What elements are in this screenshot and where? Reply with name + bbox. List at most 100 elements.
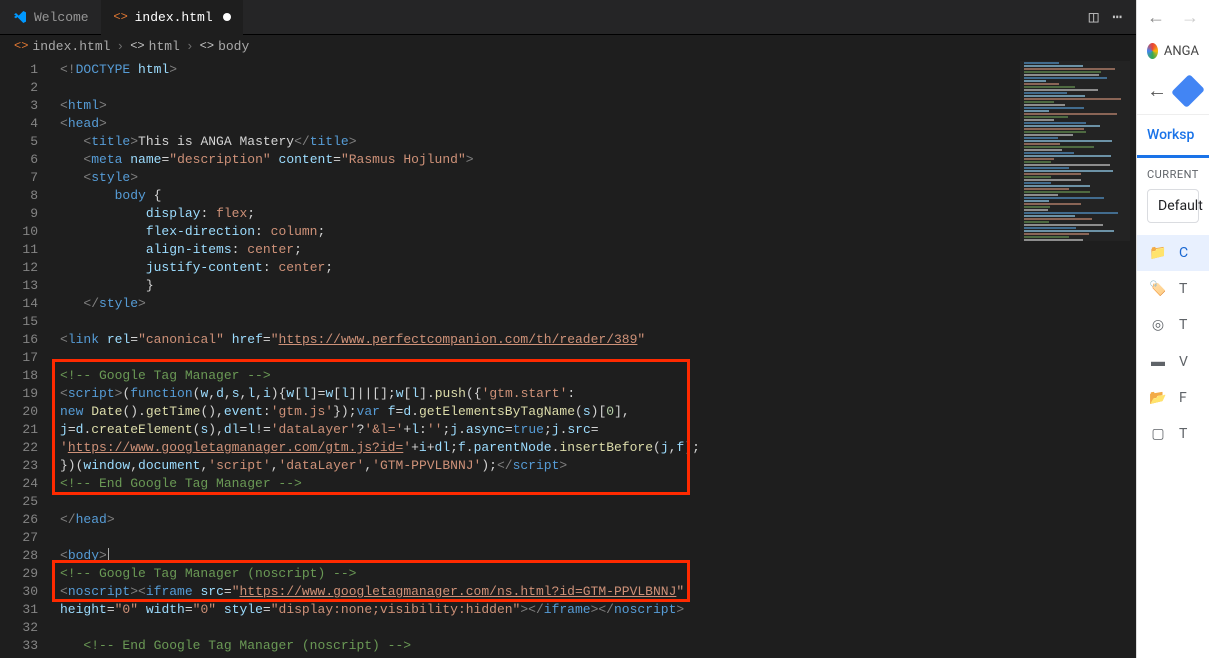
- tagmanager-logo-icon: [1171, 74, 1205, 108]
- line-number: 2: [0, 79, 38, 97]
- code-line[interactable]: <noscript><iframe src="https://www.googl…: [60, 583, 1136, 601]
- line-number: 27: [0, 529, 38, 547]
- code-line[interactable]: flex-direction: column;: [60, 223, 1136, 241]
- code-line[interactable]: }: [60, 277, 1136, 295]
- line-number: 3: [0, 97, 38, 115]
- nav-icon: ▢: [1149, 426, 1167, 442]
- brand-row: ANGA: [1137, 35, 1209, 67]
- minimap[interactable]: [1020, 61, 1130, 241]
- line-number: 32: [0, 619, 38, 637]
- code-line[interactable]: <body>: [60, 547, 1136, 565]
- nav-containers[interactable]: 📁C: [1137, 235, 1209, 271]
- line-number: 5: [0, 133, 38, 151]
- back-arrow-icon[interactable]: ←: [1147, 7, 1165, 28]
- nav-templates[interactable]: ▢T: [1137, 416, 1209, 452]
- code-line[interactable]: [60, 529, 1136, 547]
- title-actions: ◫ ⋯: [1089, 7, 1136, 27]
- nav-icon: ▬: [1149, 353, 1167, 370]
- code-line[interactable]: height="0" width="0" style="display:none…: [60, 601, 1136, 619]
- welcome-tab-label: Welcome: [34, 10, 89, 25]
- breadcrumb-seg2[interactable]: body: [218, 39, 249, 54]
- code-line[interactable]: <head>: [60, 115, 1136, 133]
- line-number: 7: [0, 169, 38, 187]
- nav-icon: 📂: [1149, 390, 1167, 406]
- code-line[interactable]: <!-- Google Tag Manager -->: [60, 367, 1136, 385]
- nav-triggers[interactable]: ◎T: [1137, 307, 1209, 343]
- tab-workspace[interactable]: Worksp: [1137, 115, 1209, 158]
- line-number: 28: [0, 547, 38, 565]
- line-number: 17: [0, 349, 38, 367]
- nav-label: C: [1179, 245, 1188, 261]
- breadcrumb-file[interactable]: index.html: [32, 39, 110, 54]
- breadcrumb-seg1[interactable]: html: [149, 39, 180, 54]
- breadcrumb[interactable]: <> index.html › <> html › <> body: [0, 35, 1136, 57]
- code-line[interactable]: [60, 313, 1136, 331]
- code-line[interactable]: [60, 619, 1136, 637]
- code-line[interactable]: new Date().getTime(),event:'gtm.js'});va…: [60, 403, 1136, 421]
- editor-tabs: Welcome <> index.html ◫ ⋯: [0, 0, 1136, 35]
- line-gutter: 1234567891011121314151617181920212223242…: [0, 57, 54, 658]
- line-number: 30: [0, 583, 38, 601]
- code-line[interactable]: <link rel="canonical" href="https://www.…: [60, 331, 1136, 349]
- code-line[interactable]: <style>: [60, 169, 1136, 187]
- split-editor-icon[interactable]: ◫: [1089, 7, 1099, 27]
- back-icon[interactable]: ←: [1147, 78, 1167, 103]
- code-line[interactable]: <!-- Google Tag Manager (noscript) -->: [60, 565, 1136, 583]
- code-line[interactable]: body {: [60, 187, 1136, 205]
- code-line[interactable]: <!-- End Google Tag Manager -->: [60, 475, 1136, 493]
- line-number: 9: [0, 205, 38, 223]
- nav-variables[interactable]: ▬V: [1137, 343, 1209, 380]
- workspace-select[interactable]: Default: [1147, 189, 1199, 223]
- code-line[interactable]: <!-- End Google Tag Manager (noscript) -…: [60, 637, 1136, 655]
- line-number: 8: [0, 187, 38, 205]
- line-number: 19: [0, 385, 38, 403]
- nav-icon: 🏷️: [1149, 281, 1167, 297]
- code-line[interactable]: </style>: [60, 295, 1136, 313]
- welcome-tab[interactable]: Welcome: [0, 0, 101, 35]
- side-top-bar: ← →: [1137, 0, 1209, 35]
- code-line[interactable]: [60, 349, 1136, 367]
- chevron-right-icon: ›: [114, 39, 126, 54]
- code-line[interactable]: </head>: [60, 511, 1136, 529]
- line-number: 10: [0, 223, 38, 241]
- editor-area[interactable]: 1234567891011121314151617181920212223242…: [0, 57, 1136, 658]
- line-number: 26: [0, 511, 38, 529]
- code-line[interactable]: 'https://www.googletagmanager.com/gtm.js…: [60, 439, 1136, 457]
- code-content[interactable]: <!DOCTYPE html> <html><head> <title>This …: [54, 57, 1136, 658]
- code-line[interactable]: j=d.createElement(s),dl=l!='dataLayer'?'…: [60, 421, 1136, 439]
- text-cursor: [108, 548, 109, 563]
- forward-arrow-icon[interactable]: →: [1181, 7, 1199, 28]
- code-line[interactable]: <title>This is ANGA Mastery</title>: [60, 133, 1136, 151]
- line-number: 31: [0, 601, 38, 619]
- line-number: 23: [0, 457, 38, 475]
- line-number: 1: [0, 61, 38, 79]
- nav-icon: 📁: [1149, 245, 1167, 261]
- more-actions-icon[interactable]: ⋯: [1112, 7, 1122, 27]
- code-line[interactable]: align-items: center;: [60, 241, 1136, 259]
- html-file-icon: <>: [113, 9, 129, 25]
- code-line[interactable]: <meta name="description" content="Rasmus…: [60, 151, 1136, 169]
- line-number: 29: [0, 565, 38, 583]
- side-nav-list: 📁C🏷️T◎T▬V📂F▢T: [1137, 235, 1209, 452]
- nav-tags[interactable]: 🏷️ T: [1137, 271, 1209, 307]
- code-line[interactable]: <script>(function(w,d,s,l,i){w[l]=w[l]||…: [60, 385, 1136, 403]
- brand-label: ANGA: [1164, 44, 1199, 59]
- code-line[interactable]: [60, 79, 1136, 97]
- nav-label: T: [1179, 281, 1187, 297]
- code-line[interactable]: <html>: [60, 97, 1136, 115]
- element-icon: <>: [200, 39, 214, 53]
- code-line[interactable]: justify-content: center;: [60, 259, 1136, 277]
- code-line[interactable]: })(window,document,'script','dataLayer',…: [60, 457, 1136, 475]
- line-number: 25: [0, 493, 38, 511]
- nav-folders[interactable]: 📂F: [1137, 380, 1209, 416]
- line-number: 22: [0, 439, 38, 457]
- code-line[interactable]: [60, 493, 1136, 511]
- file-tab-label: index.html: [135, 10, 213, 25]
- code-line[interactable]: <!DOCTYPE html>: [60, 61, 1136, 79]
- code-line[interactable]: display: flex;: [60, 205, 1136, 223]
- file-tab[interactable]: <> index.html: [101, 0, 243, 35]
- vscode-icon: [12, 9, 28, 25]
- line-number: 16: [0, 331, 38, 349]
- line-number: 6: [0, 151, 38, 169]
- line-number: 20: [0, 403, 38, 421]
